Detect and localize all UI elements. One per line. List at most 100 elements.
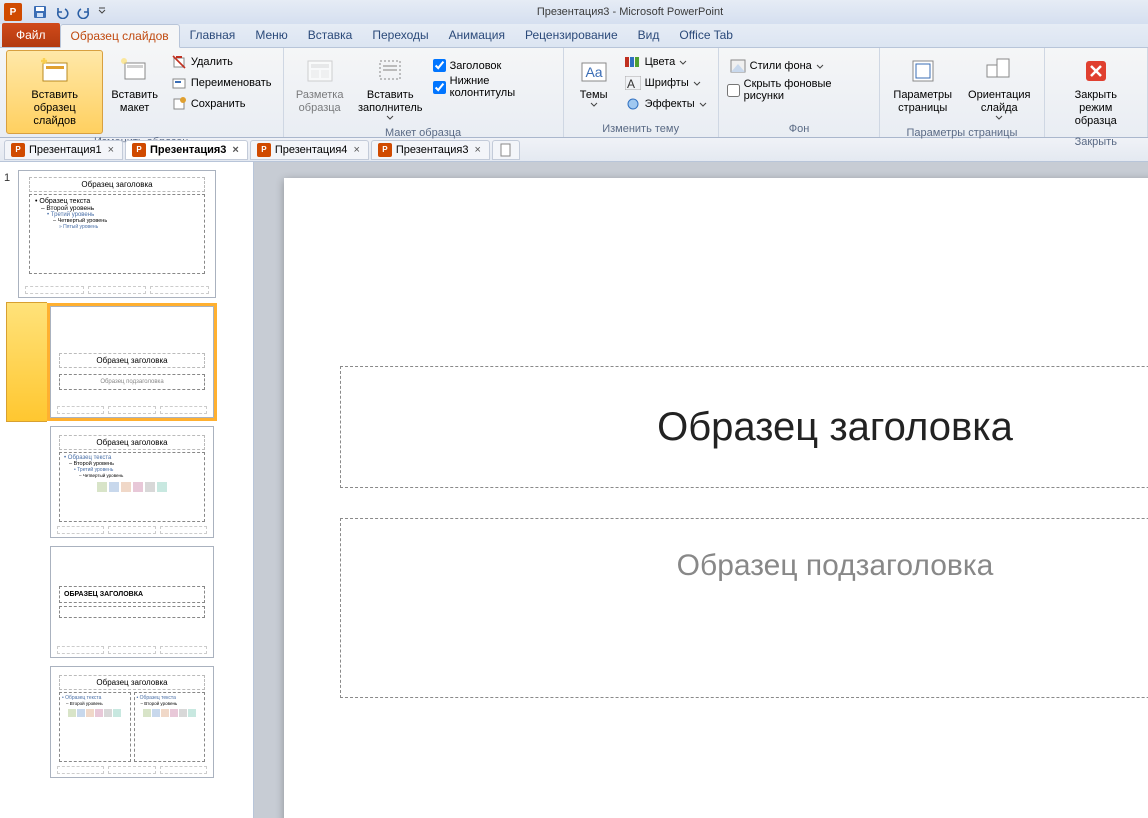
slide-master-icon: [39, 55, 71, 87]
effects-label: Эффекты: [645, 98, 695, 110]
page-setup-button[interactable]: Параметры страницы: [886, 50, 959, 120]
orientation-icon: [983, 55, 1015, 87]
footers-checkbox[interactable]: Нижние колонтитулы: [431, 74, 557, 100]
subtitle-placeholder[interactable]: Образец подзаголовка: [340, 518, 1148, 698]
group-master-layout-label: Макет образца: [290, 125, 557, 141]
preserve-button[interactable]: Сохранить: [166, 94, 277, 114]
tab-transitions[interactable]: Переходы: [362, 23, 438, 47]
new-doc-tab[interactable]: [492, 140, 520, 160]
slide-canvas[interactable]: Образец заголовка Образец подзаголовка 1…: [284, 178, 1148, 818]
master-layout-icon: [304, 55, 336, 87]
insert-layout-button[interactable]: Вставить макет: [105, 50, 163, 120]
group-page-setup-label: Параметры страницы: [886, 125, 1037, 141]
rename-button[interactable]: Переименовать: [166, 73, 277, 93]
delete-button[interactable]: Удалить: [166, 52, 277, 72]
master-layout-button[interactable]: Разметка образца: [290, 50, 350, 120]
redo-button[interactable]: [74, 2, 94, 22]
doc-tab-label: Презентация3: [150, 144, 226, 156]
group-edit-theme: Aa Темы Цвета A Шрифты Эффекты: [564, 48, 719, 137]
tab-review[interactable]: Рецензирование: [515, 23, 628, 47]
undo-button[interactable]: [52, 2, 72, 22]
chevron-down-icon: [386, 115, 394, 120]
hide-bg-label: Скрыть фоновые рисунки: [744, 78, 872, 102]
title-checkbox-input[interactable]: [433, 59, 446, 72]
thumbnail-pane[interactable]: 1 Образец заголовка • Образец текста – В…: [0, 162, 254, 818]
fonts-label: Шрифты: [645, 77, 689, 89]
group-close: Закрыть режим образца Закрыть: [1045, 48, 1148, 137]
tab-slide-master[interactable]: Образец слайдов: [60, 24, 180, 48]
powerpoint-icon: P: [378, 143, 392, 157]
layout-thumbnail-3[interactable]: ОБРАЗЕЦ ЗАГОЛОВКА: [50, 546, 243, 658]
layout-thumbnail-2[interactable]: Образец заголовка • Образец текста – Вто…: [50, 426, 243, 538]
file-tab[interactable]: Файл: [2, 23, 60, 47]
close-tab-icon[interactable]: ×: [106, 144, 116, 156]
fonts-icon: A: [625, 75, 641, 91]
close-tab-icon[interactable]: ×: [351, 144, 361, 156]
chevron-down-icon: [995, 115, 1003, 120]
master-thumbnail[interactable]: Образец заголовка • Образец текста – Вто…: [18, 170, 243, 298]
page-setup-label: Параметры страницы: [893, 89, 952, 115]
thumb-title: Образец заголовка: [59, 675, 205, 690]
thumb-bullet: Второй уровень: [144, 701, 177, 706]
themes-button[interactable]: Aa Темы: [570, 50, 618, 112]
tab-menu[interactable]: Меню: [245, 23, 297, 47]
tab-home[interactable]: Главная: [180, 23, 246, 47]
tab-animation[interactable]: Анимация: [439, 23, 515, 47]
doc-tab-label: Презентация4: [275, 144, 348, 156]
layout-thumbnail-4[interactable]: Образец заголовка • Образец текста – Вто…: [50, 666, 243, 778]
chevron-down-icon: [590, 102, 598, 107]
fonts-button[interactable]: A Шрифты: [620, 73, 712, 93]
doc-tab-2[interactable]: P Презентация4 ×: [250, 140, 369, 160]
group-master-layout: Разметка образца Вставить заполнитель За…: [284, 48, 564, 137]
doc-tab-label: Презентация3: [396, 144, 469, 156]
close-tab-icon[interactable]: ×: [230, 144, 240, 156]
colors-label: Цвета: [645, 56, 676, 68]
layout-thumbnail-1[interactable]: Образец заголовка Образец подзаголовка: [50, 306, 243, 418]
tab-view[interactable]: Вид: [628, 23, 670, 47]
close-master-button[interactable]: Закрыть режим образца: [1051, 50, 1142, 134]
group-background-label: Фон: [725, 121, 874, 137]
document-tab-bar: P Презентация1 × P Презентация3 × P През…: [0, 138, 1148, 162]
doc-tab-3[interactable]: P Презентация3 ×: [371, 140, 490, 160]
close-master-label: Закрыть режим образца: [1058, 89, 1135, 129]
effects-button[interactable]: Эффекты: [620, 94, 712, 114]
thumb-bullet: Второй уровень: [70, 701, 103, 706]
rename-icon: [171, 75, 187, 91]
tab-insert[interactable]: Вставка: [298, 23, 363, 47]
thumb-title: Образец заголовка: [29, 177, 205, 192]
chevron-down-icon: [816, 64, 824, 69]
powerpoint-icon: P: [257, 143, 271, 157]
insert-slide-master-button[interactable]: Вставить образец слайдов: [6, 50, 103, 134]
bg-styles-button[interactable]: Стили фона: [725, 56, 874, 76]
svg-text:A: A: [627, 77, 635, 90]
bg-styles-icon: [730, 58, 746, 74]
doc-tab-1[interactable]: P Презентация3 ×: [125, 140, 248, 160]
chevron-down-icon: [679, 60, 687, 65]
ribbon: Вставить образец слайдов Вставить макет …: [0, 48, 1148, 138]
doc-tab-0[interactable]: P Презентация1 ×: [4, 140, 123, 160]
title-checkbox[interactable]: Заголовок: [431, 58, 557, 73]
page-setup-icon: [907, 55, 939, 87]
chevron-down-icon: [98, 7, 106, 17]
footers-checkbox-label: Нижние колонтитулы: [450, 75, 555, 99]
slide-editor[interactable]: Образец заголовка Образец подзаголовка 1…: [254, 162, 1148, 818]
title-bar: P Презентация3 - Microsoft PowerPoint: [0, 0, 1148, 24]
insert-layout-icon: [119, 55, 151, 87]
insert-placeholder-button[interactable]: Вставить заполнитель: [352, 50, 429, 125]
hide-bg-checkbox[interactable]: Скрыть фоновые рисунки: [725, 77, 874, 103]
ribbon-tab-strip: Файл Образец слайдов Главная Меню Вставк…: [0, 24, 1148, 48]
orientation-button[interactable]: Ориентация слайда: [961, 50, 1037, 125]
bg-styles-label: Стили фона: [750, 60, 812, 72]
close-tab-icon[interactable]: ×: [472, 144, 482, 156]
save-icon: [33, 5, 47, 19]
colors-button[interactable]: Цвета: [620, 52, 712, 72]
qat-customize[interactable]: [96, 2, 108, 22]
themes-label: Темы: [580, 89, 608, 102]
tab-office-tab[interactable]: Office Tab: [669, 23, 743, 47]
title-placeholder[interactable]: Образец заголовка: [340, 366, 1148, 488]
insert-slide-master-label: Вставить образец слайдов: [13, 89, 96, 129]
save-button[interactable]: [30, 2, 50, 22]
effects-icon: [625, 96, 641, 112]
footers-checkbox-input[interactable]: [433, 81, 446, 94]
hide-bg-checkbox-input[interactable]: [727, 84, 740, 97]
